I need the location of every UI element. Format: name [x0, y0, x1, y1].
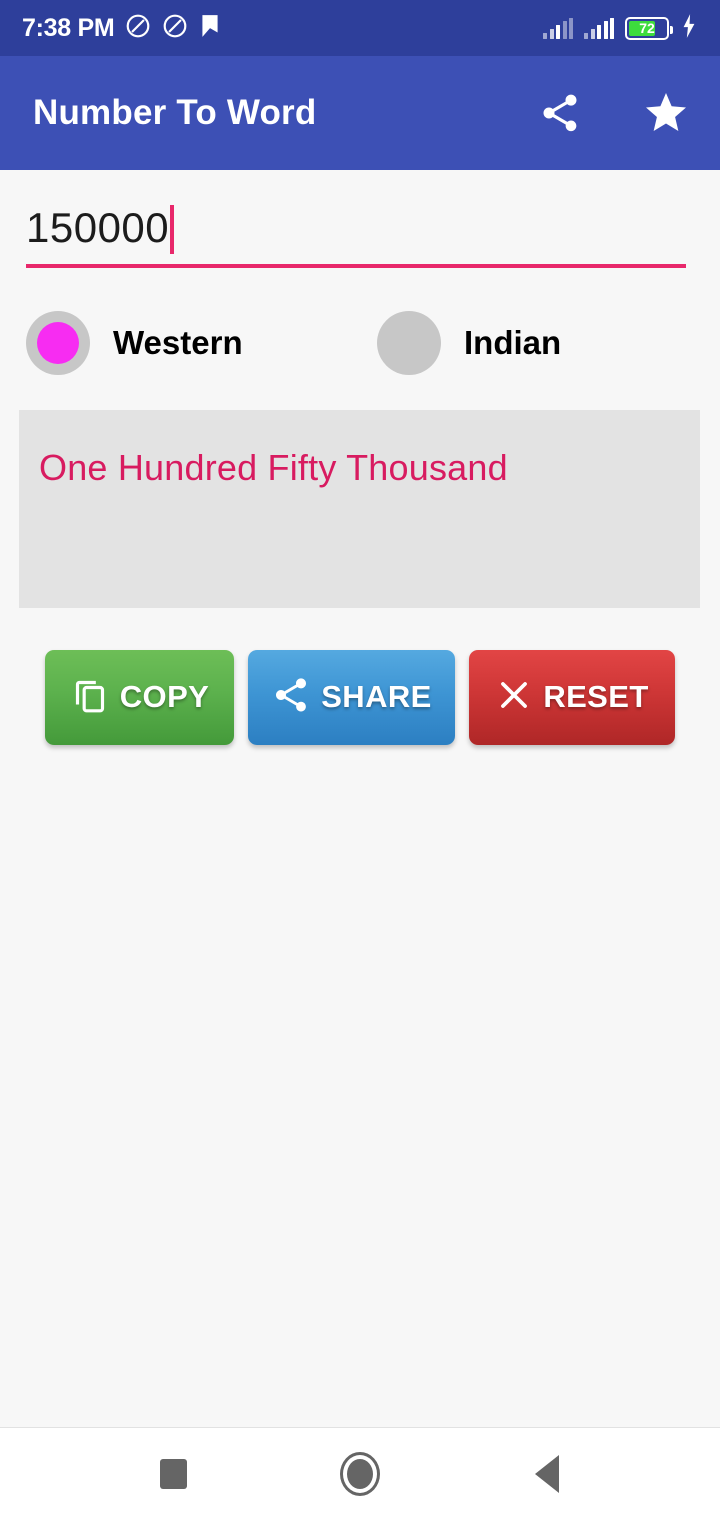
triangle-back-icon: [535, 1455, 559, 1493]
signal-bars-icon-sim1: [543, 17, 573, 39]
home-button[interactable]: [324, 1438, 396, 1510]
status-bar: 7:38 PM 72: [0, 0, 720, 56]
text-caret: [170, 204, 175, 254]
app-bar-actions: [536, 89, 690, 137]
app-bar: Number To Word: [0, 56, 720, 170]
phone-screen: 7:38 PM 72 Number To Word 150000 Western…: [0, 0, 720, 1520]
result-output-box: One Hundred Fifty Thousand: [19, 410, 700, 608]
share-button-label: SHARE: [321, 679, 432, 714]
copy-icon: [70, 675, 110, 720]
result-text: One Hundred Fifty Thousand: [39, 447, 508, 488]
status-bar-right: 72: [543, 13, 698, 44]
radio-selected-dot: [37, 322, 79, 364]
copy-button-label: COPY: [119, 679, 210, 714]
signal-bars-icon-sim2: [584, 17, 614, 39]
radio-button-western-icon[interactable]: [26, 311, 90, 375]
copy-button[interactable]: COPY: [45, 649, 234, 745]
share-button[interactable]: SHARE: [248, 649, 455, 745]
reset-button-label: RESET: [543, 679, 649, 714]
number-input-row: 150000: [26, 196, 686, 260]
radio-option-indian[interactable]: Indian: [377, 311, 561, 375]
square-icon: [159, 1459, 187, 1489]
favorite-star-icon[interactable]: [642, 89, 690, 137]
input-underline: [26, 264, 686, 268]
circle-icon: [340, 1452, 380, 1496]
page-title: Number To Word: [33, 93, 317, 132]
reset-button[interactable]: RESET: [469, 649, 675, 745]
number-input-field[interactable]: 150000: [26, 196, 686, 268]
checkmark-flag-icon: [199, 13, 221, 44]
status-bar-clock: 7:38 PM: [22, 13, 115, 42]
android-nav-bar: [0, 1428, 720, 1520]
number-input-value: 150000: [26, 204, 170, 251]
main-content: 150000 Western Indian One Hundred Fifty …: [0, 170, 720, 1427]
back-button[interactable]: [511, 1438, 583, 1510]
radio-button-indian-icon[interactable]: [377, 311, 441, 375]
charging-bolt-icon: [680, 13, 698, 44]
battery-icon: 72: [625, 16, 673, 40]
radio-label-western: Western: [113, 324, 243, 361]
share-icon: [271, 675, 311, 720]
numbering-system-radio-group: Western Indian: [26, 307, 686, 379]
radio-option-western[interactable]: Western: [26, 311, 377, 375]
status-bar-left: 7:38 PM: [22, 13, 221, 44]
do-not-disturb-icon: [125, 13, 151, 44]
action-button-row: COPY SHARE RESET: [45, 648, 685, 746]
share-icon[interactable]: [536, 89, 584, 137]
do-not-disturb-icon-2: [162, 13, 188, 44]
recents-button[interactable]: [137, 1438, 209, 1510]
close-x-icon: [495, 676, 533, 719]
radio-label-indian: Indian: [464, 324, 562, 361]
battery-percent-label: 72: [639, 20, 655, 36]
